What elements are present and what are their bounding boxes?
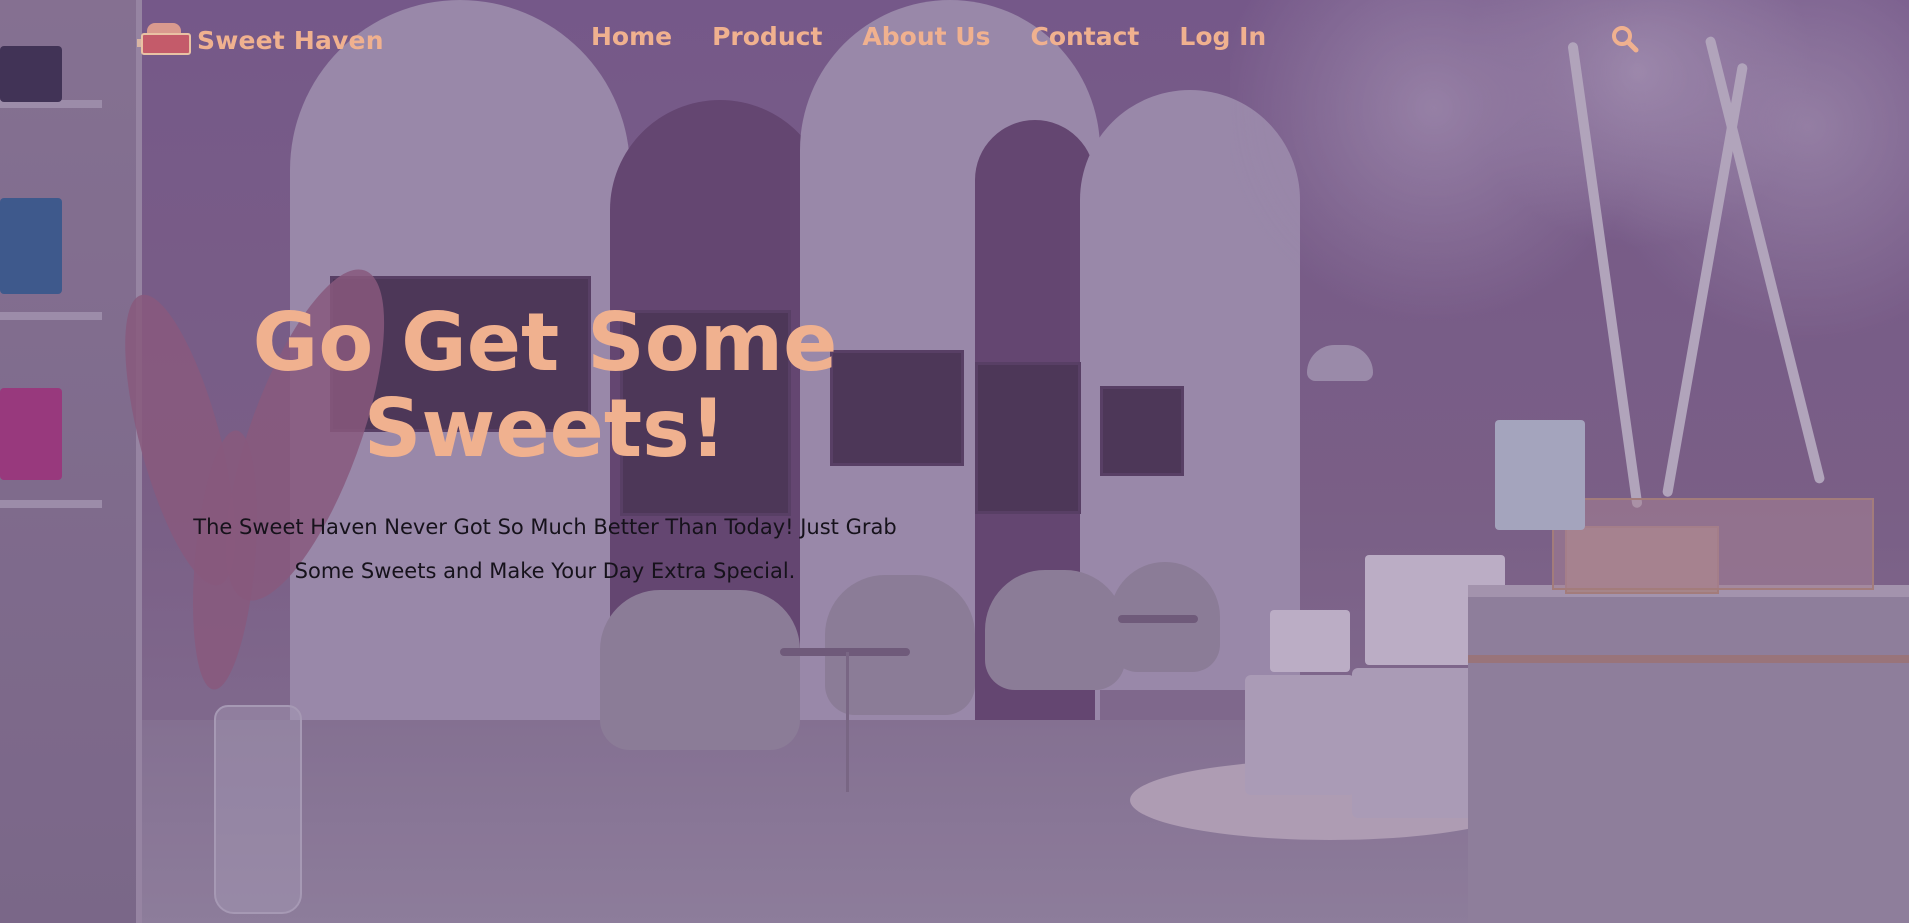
nav-item-product[interactable]: Product — [712, 22, 822, 51]
top-navbar: Sweet Haven Home Product About Us Contac… — [0, 0, 1909, 80]
hero-subtext: The Sweet Haven Never Got So Much Better… — [193, 515, 897, 583]
nav-item-about-us[interactable]: About Us — [862, 22, 990, 51]
hero-headline: Go Get Some Sweets! — [252, 296, 838, 475]
nav-item-log-in[interactable]: Log In — [1179, 22, 1266, 51]
brand-name: Sweet Haven — [197, 25, 384, 55]
search-button[interactable] — [1610, 24, 1640, 54]
nav-item-contact[interactable]: Contact — [1030, 22, 1139, 51]
search-icon — [1612, 26, 1639, 53]
bakery-shop-logo-icon — [137, 21, 191, 59]
brand-link[interactable]: Sweet Haven — [137, 18, 384, 62]
nav-item-home[interactable]: Home — [591, 22, 672, 51]
nav-menu: Home Product About Us Contact Log In — [591, 22, 1266, 51]
hero-section: Sweet Haven Home Product About Us Contac… — [0, 0, 1909, 923]
